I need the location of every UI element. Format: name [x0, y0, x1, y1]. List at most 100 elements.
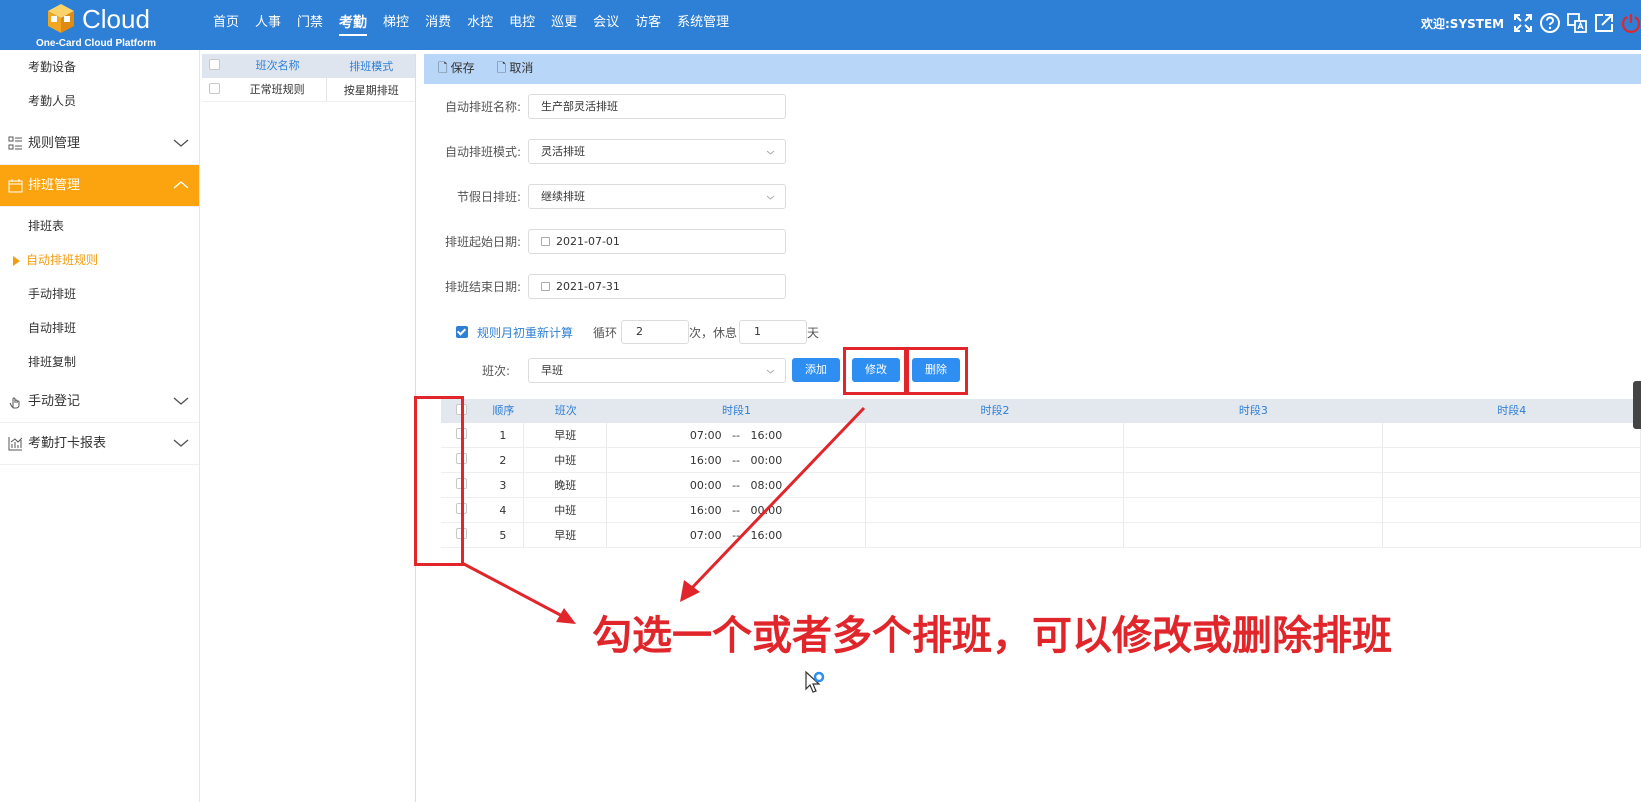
sidebar-group-label: 考勤打卡报表 [28, 435, 107, 451]
main-panel: 🗋 保存 🗋 取消 自动排班名称: 生产部灵活排班 自动排班模式: 灵活排班 节假日… [424, 54, 1641, 802]
shift-grid: 顺序 班次 时段1 时段2 时段3 时段4 1 早班 07:00 -- 16:0… [441, 399, 1641, 548]
cell-seq: 5 [483, 523, 525, 547]
nav-water[interactable]: 水控 [459, 0, 501, 50]
calendar-icon [8, 179, 23, 193]
nav-home[interactable]: 首页 [205, 0, 247, 50]
nav-meeting[interactable]: 会议 [585, 0, 627, 50]
table-row[interactable]: 5 早班 07:00 -- 16:00 [441, 523, 1641, 548]
table-row[interactable]: 1 早班 07:00 -- 16:00 [441, 423, 1641, 448]
table-row[interactable]: 4 中班 16:00 -- 00:00 [441, 498, 1641, 523]
rule-list-panel: 班次名称 排班模式 正常班规则 按星期排班 [202, 54, 416, 802]
power-icon[interactable] [1620, 12, 1641, 34]
top-icons [1512, 12, 1641, 34]
start-date-input[interactable]: 2021-07-01 [528, 229, 786, 254]
nav-attendance[interactable]: 考勤 [331, 0, 375, 50]
form-row-cycle: 规则月初重新计算 循环 2 次，休息 1 天 [456, 320, 819, 344]
row-checkbox[interactable] [209, 82, 221, 94]
active-marker-icon [13, 255, 20, 266]
cell-seq: 2 [483, 448, 525, 472]
sidebar: 考勤设备 考勤人员 规则管理 排班管理 排班表 自动排班规则 手动排班 自动排班… [0, 50, 200, 802]
times-rest-label: 次，休息 [689, 325, 738, 340]
sidebar-item-manual-schedule[interactable]: 手动排班 [0, 277, 199, 311]
end-date-input[interactable]: 2021-07-31 [528, 274, 786, 299]
nav-power[interactable]: 电控 [501, 0, 543, 50]
cell-seq: 1 [483, 423, 525, 447]
scroll-handle[interactable] [1633, 381, 1641, 429]
sidebar-item-schedule-table[interactable]: 排班表 [0, 209, 199, 243]
logo[interactable]: Cloud One-Card Cloud Platform [36, 2, 166, 49]
main-nav: 首页 人事 门禁 考勤 梯控 消费 水控 电控 巡更 会议 访客 系统管理 [205, 0, 737, 50]
logo-subtitle: One-Card Cloud Platform [36, 38, 157, 49]
form-row-mode: 自动排班模式: 灵活排班 [424, 139, 786, 164]
cell-seq: 3 [483, 473, 525, 497]
form-row-start: 排班起始日期: 2021-07-01 [424, 229, 786, 254]
help-icon[interactable] [1539, 12, 1561, 34]
table-row[interactable]: 2 中班 16:00 -- 00:00 [441, 448, 1641, 473]
name-input[interactable]: 生产部灵活排班 [528, 94, 786, 119]
holiday-label: 节假日排班: [456, 190, 521, 204]
fullscreen-icon[interactable] [1512, 12, 1534, 34]
sidebar-group-manual-reg[interactable]: 手动登记 [0, 381, 199, 423]
sidebar-item-personnel[interactable]: 考勤人员 [0, 84, 199, 118]
sidebar-group-report[interactable]: 考勤打卡报表 [0, 423, 199, 465]
cell-period1: 07:00 -- 16:00 [607, 423, 866, 447]
cell-period2 [866, 523, 1125, 547]
nav-hr[interactable]: 人事 [247, 0, 289, 50]
sidebar-item-device[interactable]: 考勤设备 [0, 50, 199, 84]
chevron-down-icon [766, 195, 775, 200]
nav-system[interactable]: 系统管理 [669, 0, 737, 50]
grid-header: 顺序 班次 时段1 时段2 时段3 时段4 [441, 399, 1641, 423]
cancel-button[interactable]: 🗋 取消 [497, 59, 534, 80]
chevron-down-icon [766, 369, 775, 374]
cell-period4 [1383, 473, 1641, 497]
chevron-down-icon [173, 397, 189, 405]
external-link-icon[interactable] [1593, 12, 1615, 34]
nav-elevator[interactable]: 梯控 [375, 0, 417, 50]
add-button[interactable]: 添加 [792, 358, 840, 382]
sidebar-group-rules[interactable]: 规则管理 [0, 123, 199, 165]
nav-patrol[interactable]: 巡更 [543, 0, 585, 50]
recalc-checkbox[interactable] [456, 326, 468, 338]
start-date-label: 排班起始日期: [444, 235, 521, 249]
list-icon [8, 136, 22, 150]
holiday-select[interactable]: 继续排班 [528, 184, 786, 209]
select-all-checkbox[interactable] [209, 59, 221, 70]
shift-select[interactable]: 早班 [528, 358, 786, 383]
col-shift: 班次 [554, 404, 577, 417]
form-row-shift: 班次: 早班 [424, 358, 786, 383]
save-icon: 🗋 [438, 60, 448, 75]
chevron-down-icon [173, 139, 189, 147]
nav-consume[interactable]: 消费 [417, 0, 459, 50]
end-date-label: 排班结束日期: [444, 280, 521, 294]
table-row[interactable]: 3 晚班 00:00 -- 08:00 [441, 473, 1641, 498]
toolbar: 🗋 保存 🗋 取消 [424, 54, 1641, 84]
cell-period2 [866, 448, 1125, 472]
cell-period3 [1124, 498, 1383, 522]
col-period1: 时段1 [722, 404, 752, 417]
cell-period4 [1383, 448, 1641, 472]
table-row[interactable]: 正常班规则 按星期排班 [202, 78, 415, 102]
cell-period1: 00:00 -- 08:00 [607, 473, 866, 497]
nav-visitor[interactable]: 访客 [627, 0, 669, 50]
cycle-input[interactable]: 2 [621, 320, 690, 344]
nav-access[interactable]: 门禁 [289, 0, 331, 50]
cell-period4 [1383, 498, 1641, 522]
save-button[interactable]: 🗋 保存 [438, 59, 475, 80]
logo-cube-icon [48, 4, 74, 33]
cell-shift: 早班 [524, 423, 608, 447]
cell-period2 [866, 423, 1125, 447]
col-period4: 时段4 [1497, 404, 1527, 417]
col-seq: 顺序 [492, 404, 515, 417]
rule-list-header: 班次名称 排班模式 [202, 54, 415, 78]
cell-period1: 16:00 -- 00:00 [607, 448, 866, 472]
sidebar-item-auto-rule[interactable]: 自动排班规则 [0, 243, 199, 277]
sidebar-group-label: 排班管理 [28, 177, 81, 193]
rest-input[interactable]: 1 [739, 320, 808, 344]
sidebar-item-schedule-copy[interactable]: 排班复制 [0, 345, 199, 379]
sidebar-group-schedule[interactable]: 排班管理 [0, 165, 199, 207]
translate-icon[interactable] [1566, 12, 1588, 34]
sidebar-item-auto-schedule[interactable]: 自动排班 [0, 311, 199, 345]
cell-shift: 晚班 [524, 473, 608, 497]
mode-select[interactable]: 灵活排班 [528, 139, 786, 164]
cell-period4 [1383, 523, 1641, 547]
